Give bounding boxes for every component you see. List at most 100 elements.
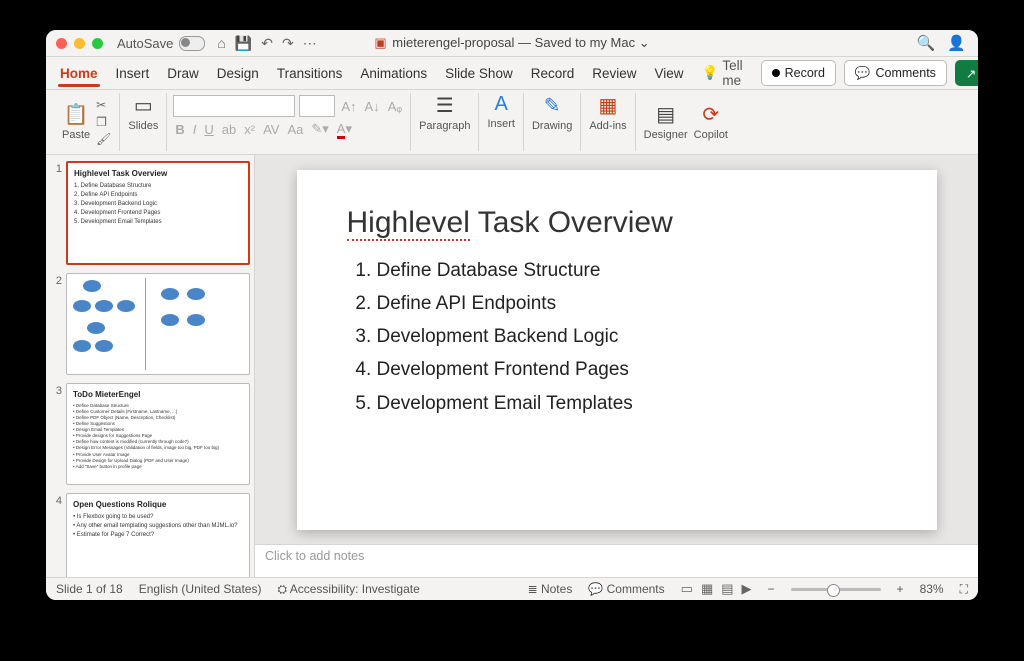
spacing-button[interactable]: AV [261,122,281,137]
thumbnail-row: 3 ToDo MieterEngel • Define Database Str… [50,383,250,485]
slideshow-view-icon[interactable]: ▶ [742,581,752,597]
titlebar-right: 🔍 👤 [917,34,978,52]
account-icon[interactable]: 👤 [947,34,966,52]
normal-view-icon[interactable]: ▭ [681,581,693,597]
redo-icon[interactable]: ↷ [282,35,294,52]
status-slide-info[interactable]: Slide 1 of 18 [56,582,123,596]
ribbon-group-addins: ▦ Add-ins [581,93,635,151]
status-bar: Slide 1 of 18 English (United States) ⛭ … [46,577,978,600]
slide-list-item[interactable]: Define API Endpoints [377,287,887,320]
tab-record[interactable]: Record [531,66,575,81]
bold-button[interactable]: B [173,122,186,137]
comment-icon: 💬 [855,66,871,81]
tab-insert[interactable]: Insert [116,66,150,81]
notes-icon: ≣ [528,582,538,596]
paragraph-icon: ☰ [436,93,454,118]
addins-label: Add-ins [589,120,626,134]
thumbnail-slide-2[interactable] [66,273,250,375]
zoom-percent[interactable]: 83% [920,582,944,596]
designer-icon: ▤ [656,102,675,127]
font-family-select[interactable] [173,95,295,117]
autosave-toggle[interactable] [179,36,205,51]
thumbnail-row: 1 Highlevel Task Overview 1. Define Data… [50,161,250,265]
format-painter-icon[interactable]: 🖌 [96,132,111,146]
slide-list-item[interactable]: Define Database Structure [377,254,887,287]
comments-button[interactable]: 💬 Comments [844,60,947,86]
new-slide-button[interactable]: ▭ Slides [128,93,158,134]
record-button[interactable]: Record [761,60,836,86]
ribbon-group-clipboard: 📋 Paste ✂ ❐ 🖌 [54,93,120,151]
status-notes-button[interactable]: ≣ Notes [528,582,573,596]
italic-button[interactable]: I [191,122,199,137]
font-color-button[interactable]: A▾ [335,121,354,137]
reading-view-icon[interactable]: ▤ [721,581,733,597]
tab-transitions[interactable]: Transitions [277,66,343,81]
strikethrough-button[interactable]: ab [220,122,238,137]
subscript-button[interactable]: x² [242,122,257,137]
slide-list-item[interactable]: Development Frontend Pages [377,353,887,386]
slide-list-item[interactable]: Development Email Templates [377,387,887,420]
share-button[interactable]: ↗ Share ⌄ [955,60,978,86]
drawing-label: Drawing [532,120,572,134]
comment-icon: 💬 [588,582,603,596]
change-case-button[interactable]: Aa [285,122,305,137]
clear-formatting-icon[interactable]: Aᵩ [386,99,404,114]
tab-design[interactable]: Design [217,66,259,81]
thumb-body: • Is Flexbox going to be used? • Any oth… [73,513,243,540]
save-icon[interactable]: 💾 [235,35,252,52]
canvas-area[interactable]: Highlevel Task Overview Define Database … [255,155,978,544]
tab-animations[interactable]: Animations [360,66,427,81]
zoom-window[interactable] [92,38,103,49]
underline-button[interactable]: U [202,122,215,137]
minimize-window[interactable] [74,38,85,49]
font-size-select[interactable] [299,95,335,117]
slide-list[interactable]: Define Database Structure Define API End… [347,254,887,420]
undo-icon[interactable]: ↶ [261,35,273,52]
zoom-slider[interactable] [791,588,881,591]
highlight-button[interactable]: ✎▾ [309,121,330,137]
tab-view[interactable]: View [655,66,684,81]
paragraph-button[interactable]: ☰ Paragraph [419,93,470,134]
more-icon[interactable]: ⋯ [303,35,317,52]
thumbnail-slide-3[interactable]: ToDo MieterEngel • Define Database Struc… [66,383,250,485]
copy-icon[interactable]: ❐ [96,115,111,129]
cut-icon[interactable]: ✂ [96,98,111,112]
slide-editor: Highlevel Task Overview Define Database … [255,155,978,577]
slide-thumbnails-panel[interactable]: 1 Highlevel Task Overview 1. Define Data… [46,155,255,577]
home-icon[interactable]: ⌂ [217,35,225,51]
thumbnail-slide-4[interactable]: Open Questions Rolique • Is Flexbox goin… [66,493,250,577]
status-accessibility[interactable]: ⛭ Accessibility: Investigate [277,582,419,597]
insert-button[interactable]: A Insert [487,93,515,132]
designer-button[interactable]: ▤ Designer [644,102,688,143]
clipboard-icon: 📋 [64,102,89,127]
status-comments-button[interactable]: 💬 Comments [588,582,664,596]
tell-me[interactable]: 💡 Tell me [702,58,743,88]
addins-button[interactable]: ▦ Add-ins [589,93,626,134]
notes-pane[interactable]: Click to add notes [255,544,978,577]
slide-title[interactable]: Highlevel Task Overview [347,206,887,240]
copilot-button[interactable]: ⟳ Copilot [694,102,728,143]
zoom-in-button[interactable]: + [897,582,904,596]
paste-button[interactable]: 📋 Paste [62,102,90,143]
drawing-button[interactable]: ✎ Drawing [532,93,572,134]
tab-slide-show[interactable]: Slide Show [445,66,513,81]
fit-to-window-icon[interactable]: ⛶ [960,582,968,597]
record-dot-icon [772,69,780,77]
slide-list-item[interactable]: Development Backend Logic [377,320,887,353]
search-icon[interactable]: 🔍 [917,34,936,52]
title-chevron-icon[interactable]: ⌄ [639,35,650,50]
textbox-icon: A [495,93,508,116]
ribbon-group-designer: ▤ Designer ⟳ Copilot [636,93,736,151]
close-window[interactable] [56,38,67,49]
thumbnail-slide-1[interactable]: Highlevel Task Overview 1. Define Databa… [66,161,250,265]
zoom-out-button[interactable]: − [768,582,775,596]
status-notes-label: Notes [541,582,572,596]
status-language[interactable]: English (United States) [139,582,262,596]
tab-review[interactable]: Review [592,66,636,81]
tab-home[interactable]: Home [60,66,98,81]
current-slide[interactable]: Highlevel Task Overview Define Database … [297,170,937,530]
decrease-font-icon[interactable]: A↓ [363,99,382,114]
tab-draw[interactable]: Draw [167,66,199,81]
sorter-view-icon[interactable]: ▦ [701,581,713,597]
increase-font-icon[interactable]: A↑ [339,99,358,114]
